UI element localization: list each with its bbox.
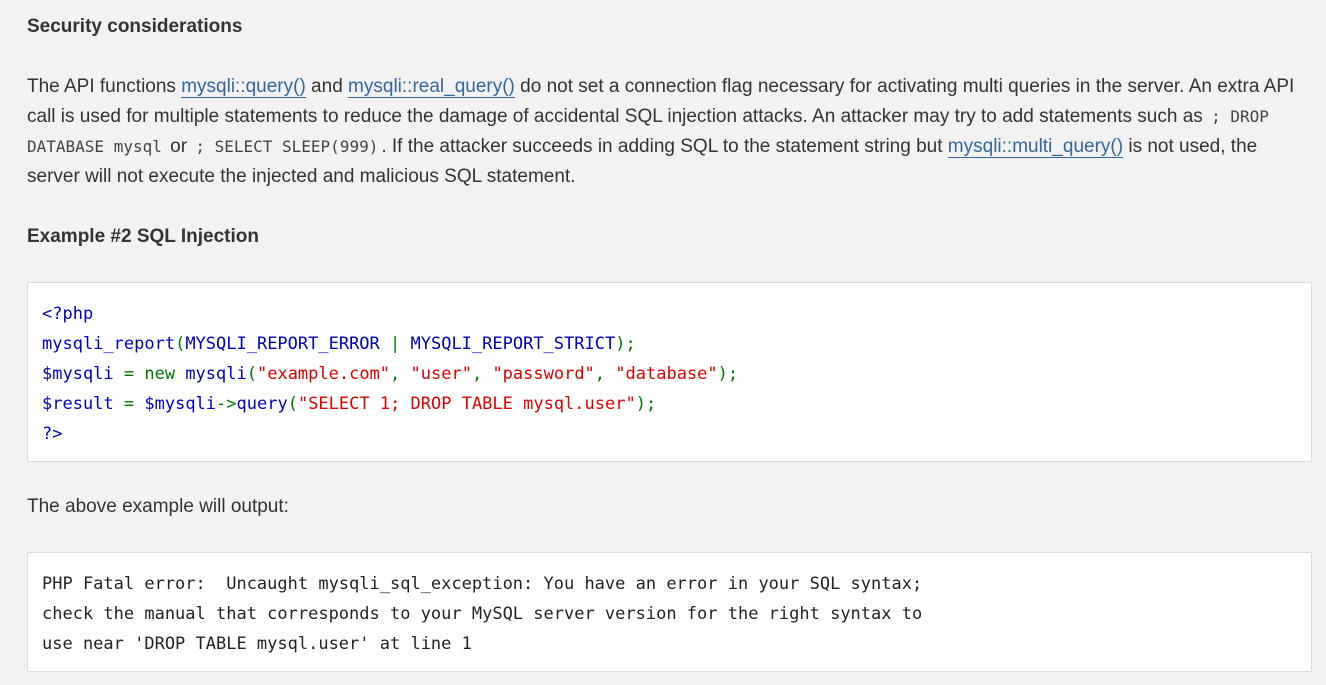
code-token: $mysqli <box>144 394 217 414</box>
code-token: ); <box>635 394 657 414</box>
php-open-tag: <?php <box>42 304 94 324</box>
code-token: ( <box>175 334 186 354</box>
code-token: ( <box>246 364 257 384</box>
code-token: "user" <box>410 364 472 384</box>
output-line: check the manual that corresponds to you… <box>42 604 923 624</box>
code-token: "database" <box>615 364 718 384</box>
code-token: "example.com" <box>256 364 391 384</box>
code-token: "SELECT 1; DROP TABLE mysql.user" <box>297 394 636 414</box>
link-mysqli-multi-query[interactable]: mysqli::multi_query() <box>947 136 1124 158</box>
code-line: ?> <box>42 419 1297 449</box>
code-token: , <box>594 364 616 384</box>
code-token: $mysqli <box>42 364 124 384</box>
code-token: ); <box>717 364 739 384</box>
code-token: | <box>390 334 411 354</box>
output-block: PHP Fatal error: Uncaught mysqli_sql_exc… <box>27 552 1312 672</box>
code-token: = <box>123 394 145 414</box>
para-text: . If the attacker succeeds in adding SQL… <box>381 136 948 157</box>
php-code-block: <?php mysqli_report(MYSQLI_REPORT_ERROR … <box>27 282 1312 462</box>
section-title: Security considerations <box>27 16 243 37</box>
code-token: query <box>236 394 288 414</box>
code-line: <?php <box>42 299 1297 329</box>
example-title: Example #2 SQL Injection <box>27 226 259 247</box>
output-line: PHP Fatal error: Uncaught mysqli_sql_exc… <box>42 574 923 594</box>
code-token: ( <box>287 394 298 414</box>
code-token: MYSQLI_REPORT_STRICT <box>410 334 616 354</box>
link-mysqli-query[interactable]: mysqli::query() <box>181 76 306 98</box>
php-close-tag: ?> <box>42 424 63 444</box>
code-token: mysqli_report <box>42 334 176 354</box>
code-line: $result = $mysqli->query("SELECT 1; DROP… <box>42 389 1297 419</box>
code-token: MYSQLI_REPORT_ERROR <box>185 334 391 354</box>
inline-code-select-sleep: ; SELECT SLEEP(999) <box>195 137 379 156</box>
link-mysqli-real-query[interactable]: mysqli::real_query() <box>348 76 515 98</box>
code-line: mysqli_report(MYSQLI_REPORT_ERROR | MYSQ… <box>42 329 1297 359</box>
code-token: mysqli <box>185 364 247 384</box>
security-paragraph: The API functions mysqli::query() and my… <box>27 72 1297 192</box>
code-token: -> <box>216 394 237 414</box>
code-token: ); <box>615 334 636 354</box>
code-token: $result <box>42 394 124 414</box>
code-line: $mysqli = new mysqli("example.com", "use… <box>42 359 1297 389</box>
code-token: = new <box>123 364 186 384</box>
para-text: The API functions <box>27 76 182 97</box>
code-token: , <box>471 364 493 384</box>
para-text: or <box>164 136 193 157</box>
para-text: and <box>305 76 349 97</box>
code-token: "password" <box>492 364 595 384</box>
output-label: The above example will output: <box>27 496 289 517</box>
output-line: use near 'DROP TABLE mysql.user' at line… <box>42 634 472 654</box>
code-token: , <box>390 364 411 384</box>
